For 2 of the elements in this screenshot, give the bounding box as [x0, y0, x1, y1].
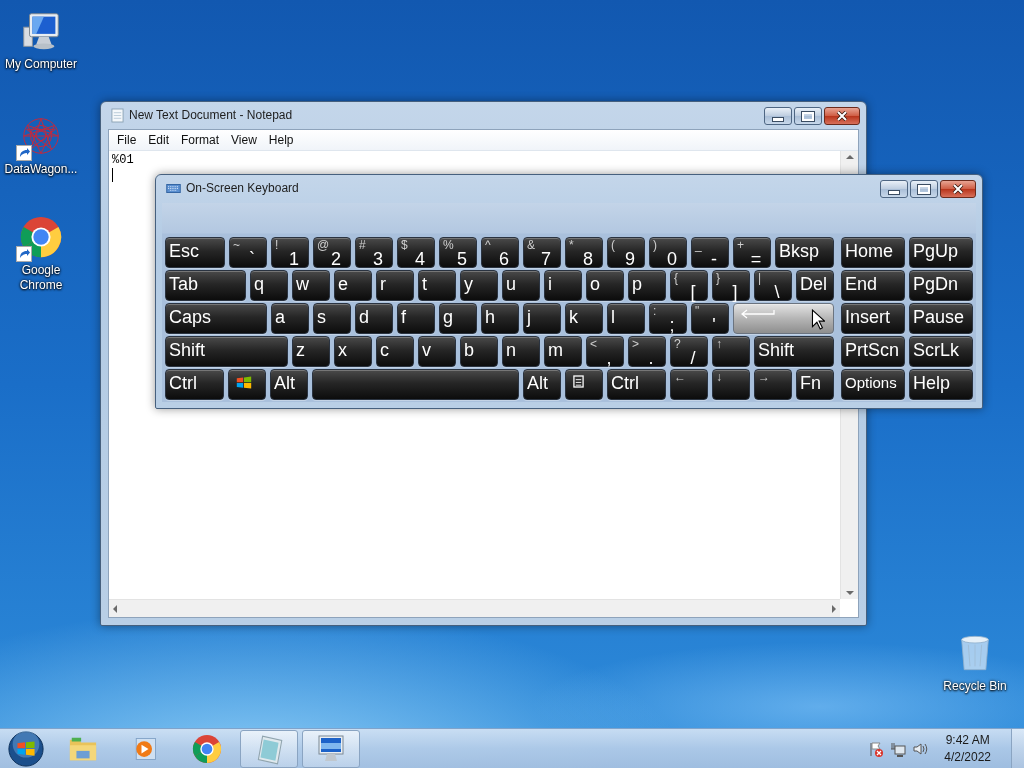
window-title: On-Screen Keyboard [186, 181, 300, 195]
window-title: New Text Document - Notepad [129, 108, 294, 122]
